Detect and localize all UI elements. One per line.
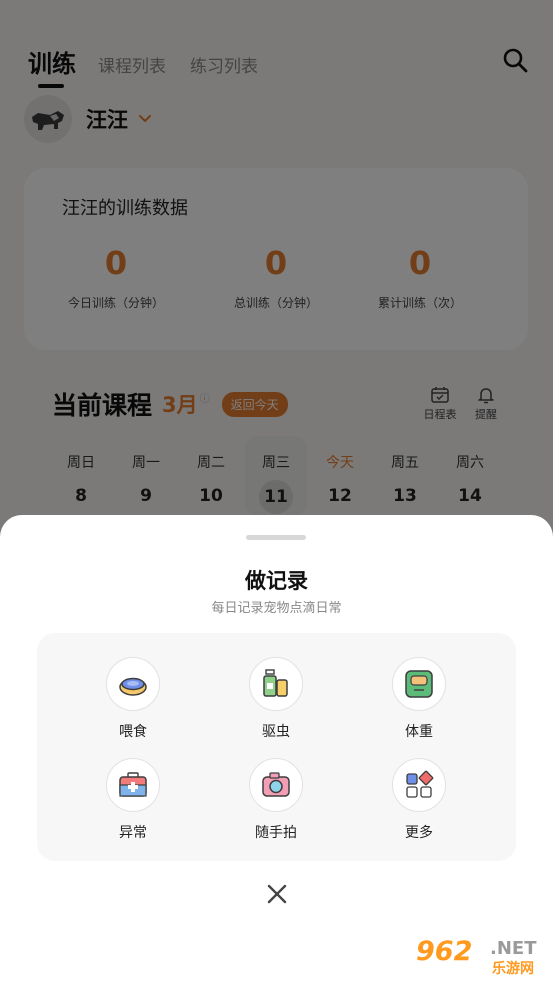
watermark-text: 乐游网 bbox=[492, 961, 534, 977]
action-snapshot-label: 随手拍 bbox=[255, 825, 297, 841]
record-actions-grid: 喂食 驱虫 体重 异常 随手拍 更多 bbox=[37, 633, 516, 861]
action-snapshot[interactable]: 随手拍 bbox=[216, 758, 336, 842]
site-watermark: 962 .NET 乐游网 bbox=[414, 936, 549, 980]
close-icon[interactable] bbox=[262, 879, 292, 909]
more-grid-icon bbox=[392, 758, 446, 812]
medical-kit-icon bbox=[106, 758, 160, 812]
sheet-title: 做记录 bbox=[245, 569, 308, 593]
action-feeding-label: 喂食 bbox=[119, 724, 147, 740]
action-deworming-label: 驱虫 bbox=[262, 724, 290, 740]
action-abnormal[interactable]: 异常 bbox=[73, 758, 193, 842]
action-feeding[interactable]: 喂食 bbox=[73, 657, 193, 741]
sheet-drag-handle[interactable] bbox=[246, 535, 306, 540]
scale-icon bbox=[392, 657, 446, 711]
action-more-label: 更多 bbox=[405, 825, 433, 841]
deworm-bottle-icon bbox=[249, 657, 303, 711]
action-more[interactable]: 更多 bbox=[359, 758, 479, 842]
sheet-subtitle: 每日记录宠物点滴日常 bbox=[211, 601, 342, 616]
camera-icon bbox=[249, 758, 303, 812]
record-bottom-sheet: 做记录 每日记录宠物点滴日常 喂食 驱虫 体重 异常 随手拍 更多 bbox=[0, 515, 553, 984]
watermark-domain: .NET bbox=[490, 938, 537, 959]
watermark-number: 962 bbox=[416, 936, 473, 967]
action-weight-label: 体重 bbox=[405, 724, 433, 740]
action-weight[interactable]: 体重 bbox=[359, 657, 479, 741]
action-deworming[interactable]: 驱虫 bbox=[216, 657, 336, 741]
food-bowl-icon bbox=[106, 657, 160, 711]
action-abnormal-label: 异常 bbox=[119, 825, 147, 841]
